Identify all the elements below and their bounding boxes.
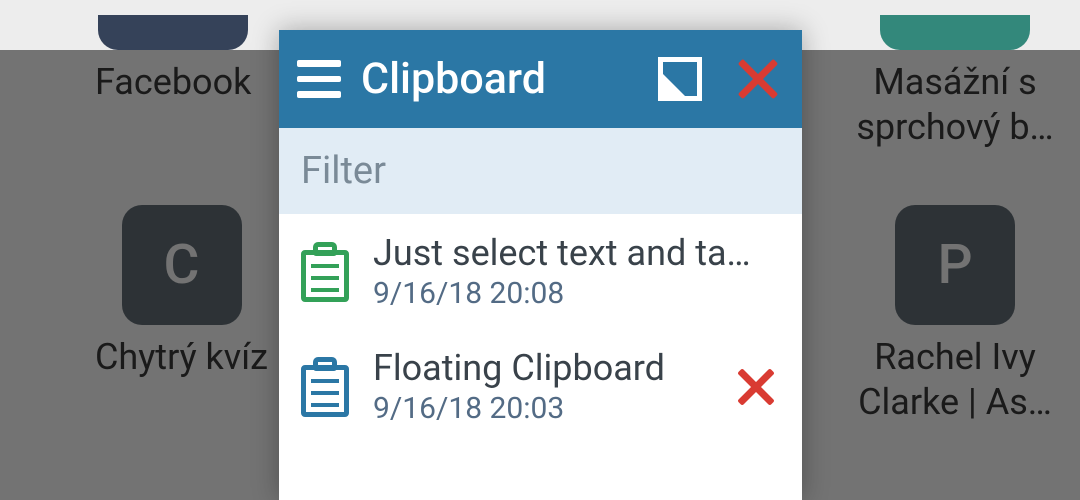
- clipboard-item-time: 9/16/18 20:03: [373, 391, 712, 426]
- clipboard-item[interactable]: Floating Clipboard 9/16/18 20:03: [279, 329, 802, 444]
- popup-title: Clipboard: [361, 54, 638, 104]
- clipboard-item[interactable]: Just select text and ta… 9/16/18 20:08: [279, 214, 802, 329]
- popup-header: Clipboard: [279, 30, 802, 128]
- clipboard-item-title: Floating Clipboard: [373, 347, 712, 389]
- resize-icon[interactable]: [658, 57, 702, 101]
- close-icon[interactable]: [736, 57, 780, 101]
- app-tile: [98, 15, 248, 50]
- clipboard-icon: [301, 357, 349, 417]
- hamburger-menu-icon[interactable]: [297, 57, 341, 101]
- clipboard-icon: [301, 242, 349, 302]
- filter-row: [279, 128, 802, 214]
- delete-item-icon[interactable]: [736, 367, 776, 407]
- clipboard-item-title: Just select text and ta…: [373, 232, 780, 274]
- clipboard-item-text: Just select text and ta… 9/16/18 20:08: [373, 232, 780, 311]
- clipboard-item-time: 9/16/18 20:08: [373, 276, 780, 311]
- clipboard-item-text: Floating Clipboard 9/16/18 20:03: [373, 347, 712, 426]
- app-tile: [880, 15, 1030, 50]
- screen-root: Facebook Masážní s sprchový b… C Chytrý …: [0, 0, 1080, 500]
- clipboard-popup: Clipboard Just select text and ta… 9/16/…: [279, 30, 802, 500]
- filter-input[interactable]: [301, 149, 780, 193]
